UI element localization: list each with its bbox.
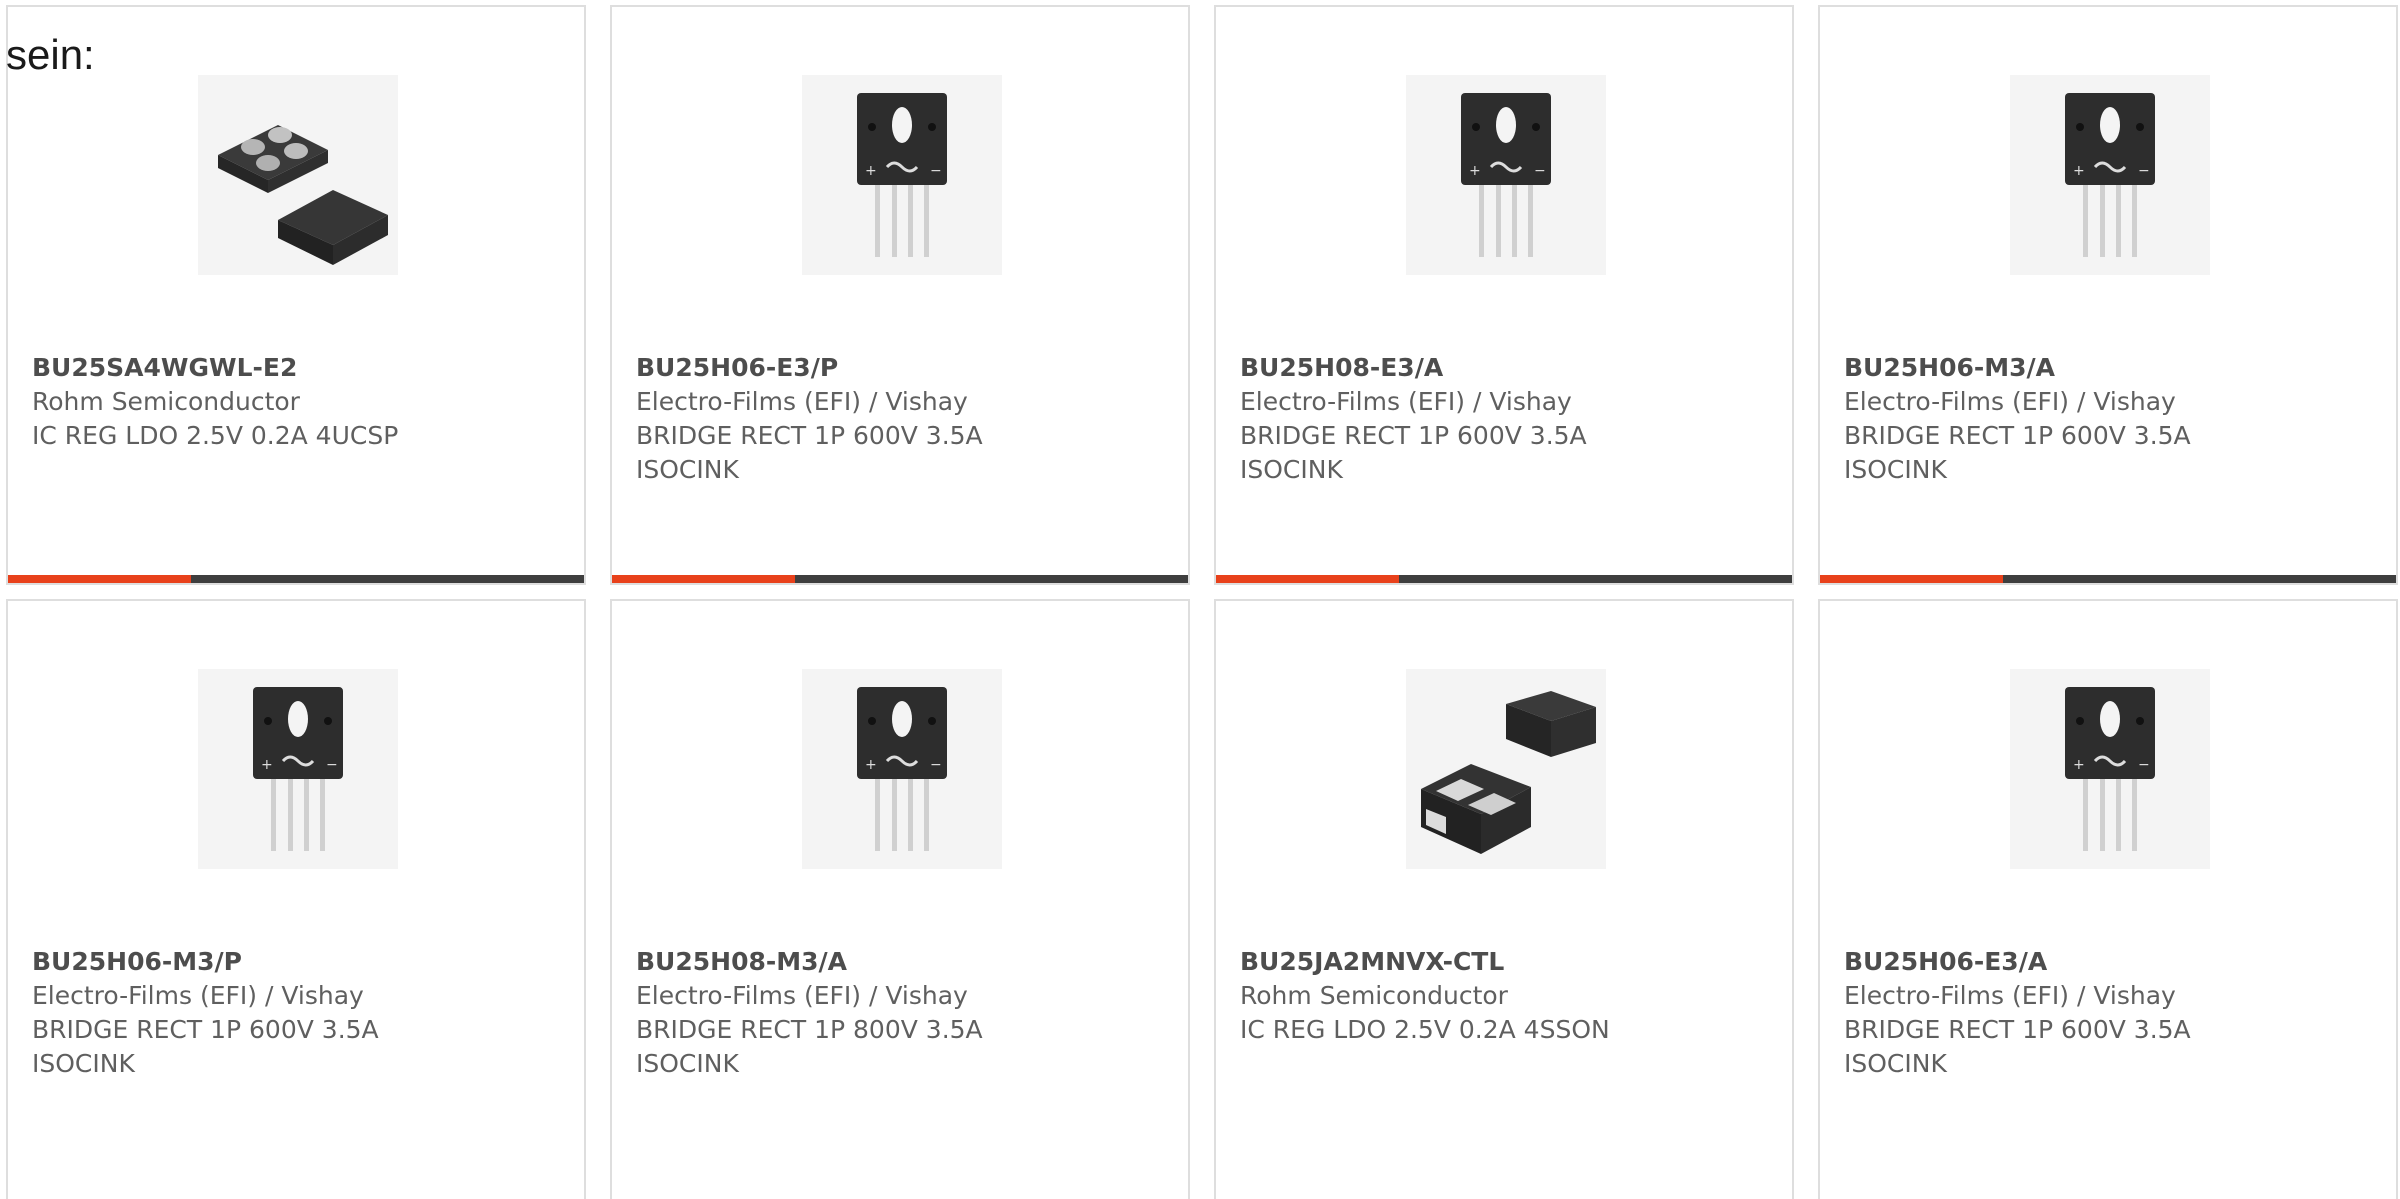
card-bottom-bar bbox=[1820, 575, 2396, 583]
part-number-link[interactable]: BU25H06-E3/P bbox=[636, 351, 1172, 385]
svg-text:−: − bbox=[326, 757, 338, 773]
description: BRIDGE RECT 1P 600V 3.5A bbox=[1844, 1015, 2191, 1044]
svg-text:+: + bbox=[865, 163, 877, 179]
manufacturer: Electro-Films (EFI) / Vishay bbox=[636, 387, 968, 416]
description: ISOCINK bbox=[1240, 455, 1343, 484]
svg-text:+: + bbox=[2073, 163, 2085, 179]
svg-text:−: − bbox=[1534, 163, 1546, 179]
product-image[interactable] bbox=[198, 75, 398, 275]
product-card[interactable]: BU25JA2MNVX-CTL Rohm Semiconductor IC RE… bbox=[1214, 599, 1794, 1199]
bridge-rectifier-image: + − bbox=[1406, 75, 1606, 275]
card-accent-bar bbox=[612, 575, 795, 583]
product-card[interactable]: BU25SA4WGWL-E2 Rohm Semiconductor IC REG… bbox=[6, 5, 586, 585]
product-card[interactable]: + − BU25H06-M3/P Electro-Films (EFI) / V… bbox=[6, 599, 586, 1199]
description: ISOCINK bbox=[636, 455, 739, 484]
product-image[interactable]: + − bbox=[802, 75, 1002, 275]
part-number-link[interactable]: BU25H06-M3/A bbox=[1844, 351, 2380, 385]
part-number-link[interactable]: BU25H08-E3/A bbox=[1240, 351, 1776, 385]
sson-package-image bbox=[1406, 669, 1606, 869]
product-image[interactable]: + − bbox=[1406, 75, 1606, 275]
product-card[interactable]: + − BU25H06-E3/P Electro-Films (EFI) / V… bbox=[610, 5, 1190, 585]
description: ISOCINK bbox=[636, 1049, 739, 1078]
svg-text:−: − bbox=[930, 757, 942, 773]
manufacturer: Electro-Films (EFI) / Vishay bbox=[1844, 387, 2176, 416]
bridge-rectifier-image: + − bbox=[198, 669, 398, 869]
bridge-rectifier-image: + − bbox=[2010, 75, 2210, 275]
part-number-link[interactable]: BU25SA4WGWL-E2 bbox=[32, 351, 568, 385]
svg-text:−: − bbox=[2138, 757, 2150, 773]
description: IC REG LDO 2.5V 0.2A 4SSON bbox=[1240, 1015, 1610, 1044]
manufacturer: Electro-Films (EFI) / Vishay bbox=[32, 981, 364, 1010]
bridge-rectifier-image: + − bbox=[2010, 669, 2210, 869]
part-number-link[interactable]: BU25H06-M3/P bbox=[32, 945, 568, 979]
card-accent-bar bbox=[8, 575, 191, 583]
manufacturer: Electro-Films (EFI) / Vishay bbox=[1240, 387, 1572, 416]
intro-text: sein: bbox=[6, 31, 95, 78]
description: BRIDGE RECT 1P 600V 3.5A bbox=[636, 421, 983, 450]
product-card[interactable]: + − BU25H06-E3/A Electro-Films (EFI) / V… bbox=[1818, 599, 2398, 1199]
part-number-link[interactable]: BU25H06-E3/A bbox=[1844, 945, 2380, 979]
card-accent-bar bbox=[1820, 575, 2003, 583]
part-number-link[interactable]: BU25JA2MNVX-CTL bbox=[1240, 945, 1776, 979]
svg-text:+: + bbox=[261, 757, 273, 773]
svg-text:+: + bbox=[1469, 163, 1481, 179]
description: IC REG LDO 2.5V 0.2A 4UCSP bbox=[32, 421, 399, 450]
part-number-link[interactable]: BU25H08-M3/A bbox=[636, 945, 1172, 979]
card-bottom-bar bbox=[1216, 575, 1792, 583]
manufacturer: Electro-Films (EFI) / Vishay bbox=[1844, 981, 2176, 1010]
svg-text:+: + bbox=[865, 757, 877, 773]
ucsp-package-image bbox=[198, 75, 398, 275]
card-bottom-bar bbox=[8, 575, 584, 583]
description: BRIDGE RECT 1P 600V 3.5A bbox=[32, 1015, 379, 1044]
product-card[interactable]: + − BU25H06-M3/A Electro-Films (EFI) / V… bbox=[1818, 5, 2398, 585]
product-image[interactable]: + − bbox=[2010, 75, 2210, 275]
description: ISOCINK bbox=[1844, 455, 1947, 484]
product-card[interactable]: + − BU25H08-M3/A Electro-Films (EFI) / V… bbox=[610, 599, 1190, 1199]
svg-text:−: − bbox=[930, 163, 942, 179]
bridge-rectifier-image: + − bbox=[802, 75, 1002, 275]
manufacturer: Electro-Films (EFI) / Vishay bbox=[636, 981, 968, 1010]
description: ISOCINK bbox=[1844, 1049, 1947, 1078]
description: BRIDGE RECT 1P 800V 3.5A bbox=[636, 1015, 983, 1044]
svg-text:−: − bbox=[2138, 163, 2150, 179]
product-image[interactable]: + − bbox=[802, 669, 1002, 869]
product-image[interactable] bbox=[1406, 669, 1606, 869]
product-grid: BU25SA4WGWL-E2 Rohm Semiconductor IC REG… bbox=[6, 5, 2398, 1199]
card-accent-bar bbox=[1216, 575, 1399, 583]
product-image[interactable]: + − bbox=[2010, 669, 2210, 869]
card-bottom-bar bbox=[612, 575, 1188, 583]
product-card[interactable]: + − BU25H08-E3/A Electro-Films (EFI) / V… bbox=[1214, 5, 1794, 585]
description: ISOCINK bbox=[32, 1049, 135, 1078]
product-image[interactable]: + − bbox=[198, 669, 398, 869]
description: BRIDGE RECT 1P 600V 3.5A bbox=[1844, 421, 2191, 450]
manufacturer: Rohm Semiconductor bbox=[1240, 981, 1508, 1010]
description: BRIDGE RECT 1P 600V 3.5A bbox=[1240, 421, 1587, 450]
manufacturer: Rohm Semiconductor bbox=[32, 387, 300, 416]
svg-text:+: + bbox=[2073, 757, 2085, 773]
bridge-rectifier-image: + − bbox=[802, 669, 1002, 869]
